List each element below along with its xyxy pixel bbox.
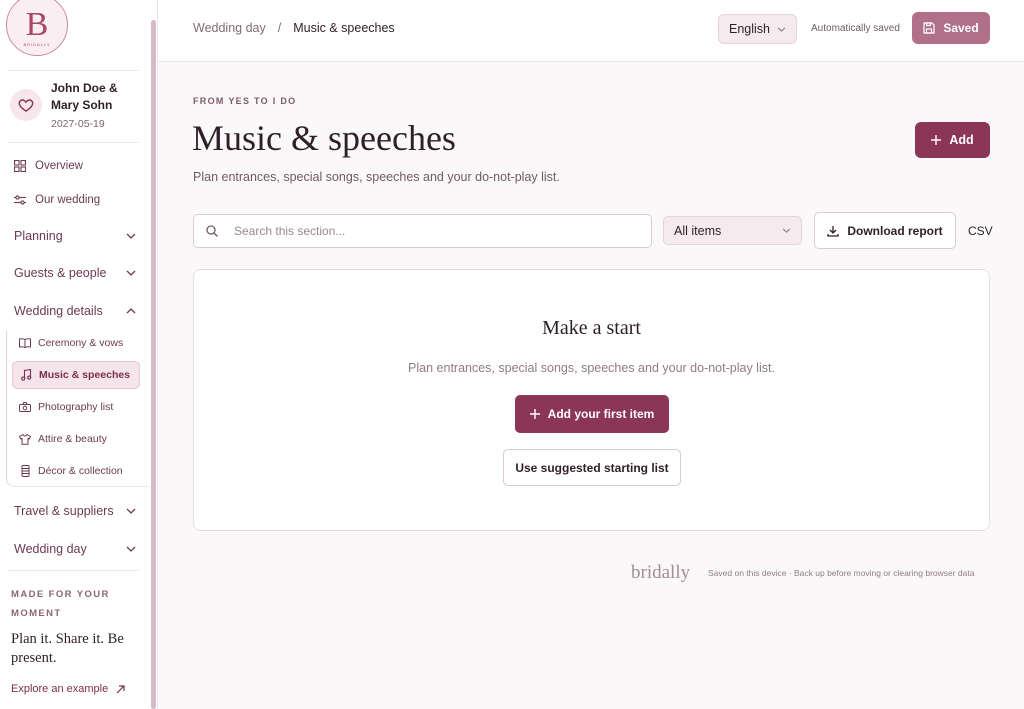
autosave-status: Automatically saved	[811, 23, 900, 34]
sidebar-group-wedding-details[interactable]: Wedding details	[14, 298, 137, 324]
group-label: Travel & suppliers	[14, 504, 114, 518]
chevron-down-icon	[777, 26, 786, 32]
sidebar-group-wedding-day[interactable]: Wedding day	[14, 536, 137, 562]
breadcrumb-parent[interactable]: Wedding day	[193, 21, 266, 35]
sidebar: B BRIDALLY John Doe & Mary Sohn 2027-05-…	[0, 0, 151, 709]
page-subtitle: Plan entrances, special songs, speeches …	[193, 170, 560, 184]
empty-state-subtitle: Plan entrances, special songs, speeches …	[408, 361, 775, 375]
sidebar-item-ceremony[interactable]: Ceremony & vows	[12, 329, 140, 357]
music-icon	[19, 368, 33, 382]
language-value: English	[729, 22, 770, 36]
chevron-down-icon	[125, 543, 137, 555]
divider	[8, 570, 139, 571]
add-label: Add	[949, 133, 974, 147]
decor-icon	[18, 464, 32, 478]
chevron-down-icon	[125, 505, 137, 517]
chevron-down-icon	[782, 228, 791, 233]
csv-link[interactable]: CSV	[968, 224, 993, 238]
suggested-list-label: Use suggested starting list	[515, 460, 669, 475]
sidebar-item-music[interactable]: Music & speeches	[12, 361, 140, 389]
sidebar-group-planning[interactable]: Planning	[14, 223, 137, 249]
add-first-item-button[interactable]: Add your first item	[515, 395, 669, 433]
topbar: Wedding day / Music & speeches English A…	[158, 0, 1024, 62]
sidebar-item-photography[interactable]: Photography list	[12, 393, 140, 421]
book-icon	[18, 336, 32, 350]
logo-word: BRIDALLY	[23, 41, 51, 47]
logo-letter: B	[25, 5, 49, 43]
download-icon	[827, 225, 839, 237]
sidebar-group-guests[interactable]: Guests & people	[14, 260, 137, 286]
empty-state-title: Make a start	[542, 317, 641, 339]
group-label: Wedding details	[14, 304, 103, 318]
couple-name: John Doe & Mary Sohn	[51, 81, 118, 112]
breadcrumb: Wedding day / Music & speeches	[193, 21, 395, 35]
search-icon	[206, 225, 218, 237]
divider	[8, 142, 139, 143]
sidebar-item-overview[interactable]: Overview	[12, 153, 139, 179]
camera-icon	[18, 400, 32, 414]
empty-state-card: Make a start Plan entrances, special son…	[193, 269, 990, 531]
sidebar-scrollbar-thumb[interactable]	[151, 20, 156, 709]
sidebar-item-attire[interactable]: Attire & beauty	[12, 425, 140, 453]
explore-example-link[interactable]: Explore an example	[11, 683, 125, 695]
sidebar-item-label: Music & speeches	[39, 369, 131, 381]
plus-icon	[931, 135, 942, 145]
footer-brand: bridally	[631, 562, 691, 583]
sidebar-item-decor[interactable]: Décor & collection	[12, 457, 140, 485]
sidebar-item-our-wedding[interactable]: Our wedding	[12, 187, 139, 213]
download-label: Download report	[847, 223, 943, 238]
sidebar-item-label: Overview	[35, 160, 83, 172]
group-label: Guests & people	[14, 266, 107, 280]
made-for-heading: MADE FOR YOUR MOMENT	[11, 589, 110, 619]
add-button[interactable]: Add	[915, 122, 990, 158]
save-icon	[923, 22, 935, 34]
use-suggested-list-button[interactable]: Use suggested starting list	[503, 449, 681, 486]
breadcrumb-separator: /	[277, 21, 282, 35]
heart-icon	[10, 89, 42, 121]
sidebar-item-label: Our wedding	[35, 194, 101, 206]
breadcrumb-current: Music & speeches	[293, 21, 395, 35]
sliders-icon	[12, 192, 28, 208]
footer-storage-note: Saved on this device · Back up before mo…	[708, 568, 975, 578]
group-label: Wedding day	[14, 542, 87, 556]
plus-icon	[529, 409, 540, 419]
tagline: Plan it. Share it. Be present.	[11, 631, 124, 666]
bridally-logo[interactable]: B BRIDALLY	[6, 0, 68, 56]
language-select[interactable]: English	[718, 14, 797, 44]
sidebar-item-label: Ceremony & vows	[38, 337, 124, 349]
search-box	[193, 214, 652, 248]
arrow-up-right-icon	[116, 684, 125, 694]
chevron-down-icon	[125, 230, 137, 242]
explore-label: Explore an example	[11, 683, 109, 695]
divider	[8, 70, 139, 71]
download-report-button[interactable]: Download report	[814, 212, 956, 249]
add-first-item-label: Add your first item	[547, 407, 655, 421]
section-eyebrow: FROM YES TO I DO	[193, 96, 297, 106]
wedding-date: 2027-05-19	[51, 118, 105, 130]
shirt-icon	[18, 432, 32, 446]
sidebar-item-label: Attire & beauty	[38, 433, 107, 445]
sidebar-item-label: Photography list	[38, 401, 114, 413]
chevron-down-icon	[125, 267, 137, 279]
filter-select[interactable]: All items	[663, 216, 802, 245]
saved-label: Saved	[943, 21, 979, 35]
saved-button[interactable]: Saved	[912, 12, 990, 44]
chevron-up-icon	[125, 305, 137, 317]
group-label: Planning	[14, 229, 63, 243]
sidebar-group-travel[interactable]: Travel & suppliers	[14, 498, 137, 524]
sidebar-item-label: Décor & collection	[38, 465, 123, 477]
search-input[interactable]	[234, 224, 614, 238]
page-title: Music & speeches	[192, 118, 456, 158]
grid-icon	[12, 158, 28, 174]
filter-value: All items	[674, 223, 722, 238]
